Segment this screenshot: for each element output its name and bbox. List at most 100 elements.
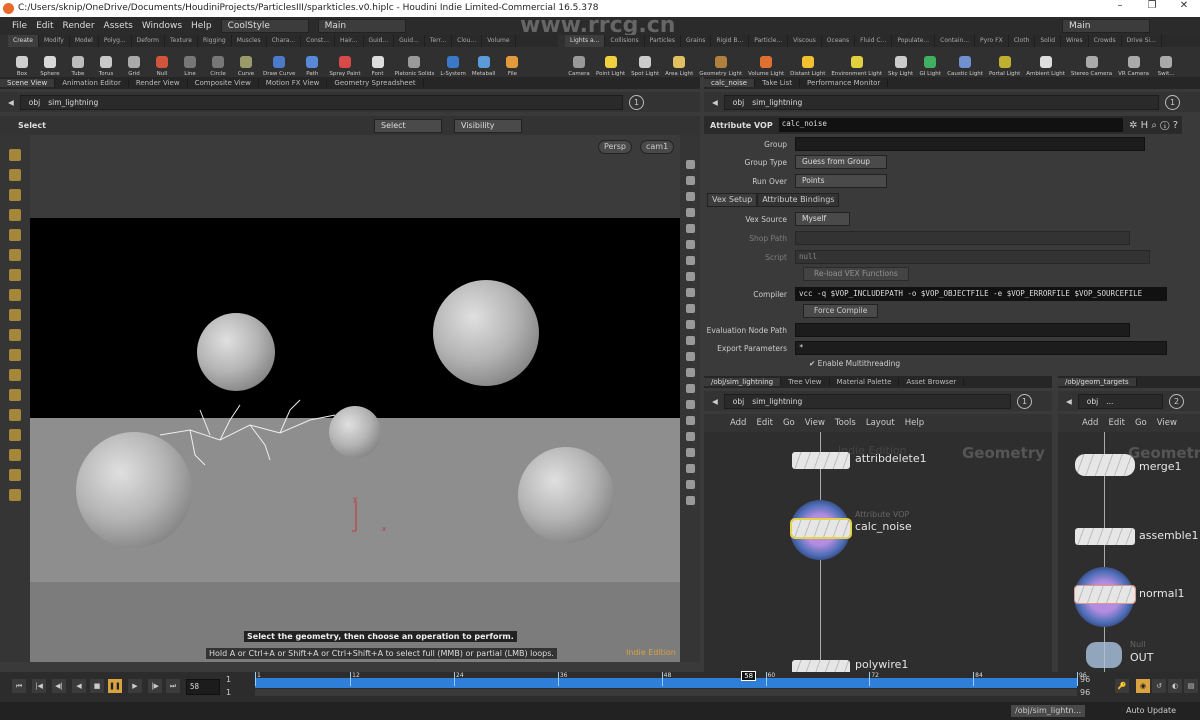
tool-icon[interactable] [9, 149, 21, 161]
shelf-tool[interactable]: Caustic Light [944, 56, 986, 77]
shelf-tool[interactable]: Portal Light [986, 56, 1023, 77]
tool-icon[interactable] [9, 369, 21, 381]
tool-icon[interactable] [685, 256, 695, 265]
tool-icon[interactable] [9, 249, 21, 261]
path-obj[interactable]: obj [29, 98, 40, 107]
tool-icon[interactable] [685, 400, 695, 409]
tab[interactable]: Drive Si... [1122, 35, 1162, 47]
shop-path-field[interactable] [795, 231, 1130, 245]
tab[interactable]: Contain... [935, 35, 976, 47]
current-frame-field[interactable]: 58 [186, 679, 220, 695]
shelf-tool[interactable]: VR Camera [1115, 56, 1152, 77]
group-type-menu[interactable]: Guess from Group [795, 155, 887, 169]
menu-item[interactable]: Layout [866, 418, 895, 428]
pane-link-indicator[interactable]: 1 [629, 94, 644, 110]
settings-icon[interactable]: ▤ [1184, 679, 1198, 693]
tool-icon[interactable] [9, 289, 21, 301]
start-frame-2[interactable]: 1 [226, 688, 231, 697]
back-icon[interactable]: ◀ [1066, 397, 1072, 406]
sphere[interactable] [433, 280, 539, 386]
back-icon[interactable]: ◀ [712, 397, 718, 406]
stop-button[interactable]: ■ [90, 679, 104, 693]
tab[interactable]: Populate... [892, 35, 936, 47]
node-merge1[interactable] [1075, 454, 1135, 476]
node-attribdelete1[interactable] [792, 452, 850, 469]
header-icons[interactable]: ✲ H ⌕ ⓘ ? [1129, 120, 1182, 131]
node-assemble1[interactable] [1075, 528, 1135, 545]
shelf-tool[interactable]: Area Light [662, 56, 696, 77]
menu-item[interactable]: Go [783, 418, 795, 428]
tool-icon[interactable] [685, 320, 695, 329]
tab[interactable]: Composite View [188, 79, 259, 87]
tab[interactable]: Muscles [232, 35, 267, 47]
group-field[interactable] [795, 137, 1145, 151]
tab[interactable]: Collisions [605, 35, 645, 47]
tab[interactable]: Volume [482, 35, 516, 47]
end-frame-2[interactable]: 96 [1080, 688, 1090, 697]
tab[interactable]: Rigid B... [711, 35, 750, 47]
tab[interactable]: Const... [301, 35, 335, 47]
menu-item[interactable]: Tools [835, 418, 856, 428]
desktop-select[interactable]: CoolStyle [220, 19, 309, 33]
path-more[interactable]: ... [1106, 397, 1113, 406]
tool-icon[interactable] [685, 208, 695, 217]
sphere[interactable] [197, 313, 275, 391]
shelf-tool[interactable]: Curve [232, 56, 260, 77]
tab[interactable]: Hair... [335, 35, 364, 47]
node-out[interactable] [1086, 642, 1122, 668]
shelf-tool[interactable]: GI Light [916, 56, 944, 77]
timeline-bar[interactable]: 1 12 24 36 48 60 72 84 96 58 [255, 671, 1087, 688]
tab[interactable]: Solid [1035, 35, 1061, 47]
play-button[interactable]: ▶ [128, 679, 142, 693]
menu-windows[interactable]: Windows [142, 21, 182, 31]
path-sim-lightning[interactable]: sim_lightning [48, 98, 98, 107]
minimize-button[interactable]: – [1104, 0, 1136, 17]
tab[interactable]: Performance Monitor [800, 79, 889, 87]
pane-link-indicator[interactable]: 2 [1169, 393, 1184, 409]
export-params-field[interactable]: * [795, 341, 1167, 355]
menu-item[interactable]: Edit [1108, 418, 1124, 428]
menu-item[interactable]: View [805, 418, 825, 428]
eval-path-field[interactable] [795, 323, 1130, 337]
tool-icon[interactable] [685, 336, 695, 345]
sphere[interactable] [518, 447, 614, 543]
tab[interactable]: Model [70, 35, 99, 47]
tab[interactable]: Particle... [749, 35, 789, 47]
tab[interactable]: Geometry Spreadsheet [327, 79, 424, 87]
menu-assets[interactable]: Assets [104, 21, 133, 31]
tab[interactable]: Animation Editor [55, 79, 129, 87]
3d-viewport[interactable]: yx Persp cam1 Select the geometry, then … [30, 135, 680, 662]
network2-editor[interactable]: Geometry merge1 assemble1 normal1 Null O… [1058, 432, 1200, 672]
tool-icon[interactable] [685, 416, 695, 425]
tab[interactable]: Tree View [781, 378, 830, 386]
tab[interactable]: Asset Browser [899, 378, 965, 386]
shelf-tool[interactable]: Tube [64, 56, 92, 77]
shelf-tool[interactable]: Camera [565, 56, 593, 77]
tool-icon[interactable] [9, 429, 21, 441]
tab[interactable]: Motion FX View [259, 79, 328, 87]
tool-icon[interactable] [685, 240, 695, 249]
menu-item[interactable]: Go [1135, 418, 1147, 428]
tool-icon[interactable] [685, 448, 695, 457]
tool-icon[interactable] [9, 489, 21, 501]
node-name-field[interactable]: calc_noise [778, 118, 1124, 132]
tab[interactable]: Render View [129, 79, 188, 87]
tool-icon[interactable] [9, 349, 21, 361]
end-frame[interactable]: 96 [1080, 675, 1090, 684]
tool-icon[interactable] [685, 464, 695, 473]
tool-icon[interactable] [685, 432, 695, 441]
tool-icon[interactable] [9, 329, 21, 341]
tab[interactable]: Create [8, 35, 39, 47]
tab[interactable]: Polyg... [99, 35, 132, 47]
tab[interactable]: Wires [1061, 35, 1089, 47]
tab[interactable]: Guid... [394, 35, 425, 47]
menu-render[interactable]: Render [63, 21, 95, 31]
menu-item[interactable]: Edit [756, 418, 772, 428]
tab[interactable]: Scene View [0, 79, 56, 87]
node-calc-noise[interactable] [790, 518, 852, 539]
shelf-tool[interactable]: Spot Light [628, 56, 662, 77]
tab[interactable]: Deform [132, 35, 165, 47]
force-compile-button[interactable]: Force Compile [803, 304, 879, 318]
pane-link-indicator[interactable]: 1 [1017, 393, 1032, 409]
shelf-tool[interactable]: Volume Light [745, 56, 787, 77]
